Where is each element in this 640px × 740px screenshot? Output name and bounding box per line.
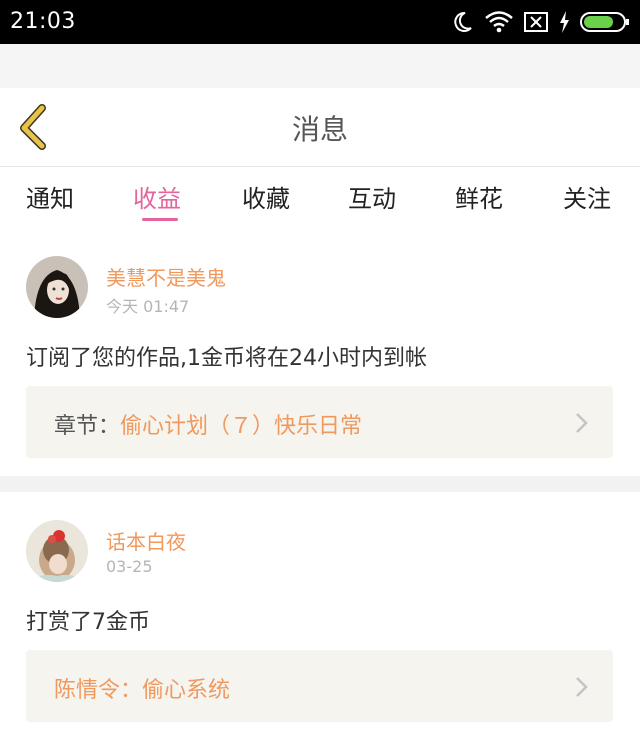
chevron-right-icon <box>576 413 588 433</box>
username[interactable]: 美慧不是美鬼 <box>106 262 226 291</box>
message-text: 打赏了7金币 <box>26 610 150 635</box>
tab-favorites[interactable]: 收藏 <box>242 179 290 214</box>
wifi-icon <box>485 11 513 33</box>
page-title: 消息 <box>291 113 348 146</box>
moon-icon <box>454 11 472 32</box>
work-link-text: 章节：偷心计划（７）快乐日常 <box>54 408 362 440</box>
username[interactable]: 话本白夜 <box>106 526 186 555</box>
tab-notice[interactable]: 通知 <box>26 179 74 214</box>
work-prefix: 章节： <box>54 414 121 439</box>
work-title: 偷心计划（７）快乐日常 <box>120 414 363 439</box>
status-bar: 21:03 <box>0 0 640 44</box>
message-card: 话本白夜 03-25 打赏了7金币 陈情令：偷心系统 <box>0 492 640 740</box>
work-link[interactable]: 陈情令：偷心系统 <box>26 650 613 722</box>
tab-bar: 通知 收益 收藏 互动 鲜花 关注 <box>0 167 640 227</box>
tab-interactions[interactable]: 互动 <box>348 179 396 214</box>
work-link-text: 陈情令：偷心系统 <box>54 672 230 704</box>
page-header: 消息 <box>0 88 640 167</box>
work-title: 陈情令：偷心系统 <box>54 678 231 703</box>
timestamp: 03-25 <box>106 557 153 576</box>
status-icons <box>450 8 630 36</box>
section-divider <box>0 476 640 492</box>
chevron-right-icon <box>576 677 588 697</box>
avatar[interactable] <box>26 256 88 318</box>
avatar[interactable] <box>26 520 88 582</box>
tab-earnings[interactable]: 收益 <box>133 179 181 214</box>
status-time: 21:03 <box>10 9 76 34</box>
top-spacer <box>0 44 640 88</box>
battery-icon <box>580 12 629 32</box>
message-card: 美慧不是美鬼 今天 01:47 订阅了您的作品,1金币将在24小时内到帐 章节：… <box>0 228 640 476</box>
no-sim-icon <box>524 12 548 32</box>
message-text: 订阅了您的作品,1金币将在24小时内到帐 <box>26 346 427 371</box>
work-link[interactable]: 章节：偷心计划（７）快乐日常 <box>26 386 613 458</box>
tab-follow[interactable]: 关注 <box>563 179 611 214</box>
timestamp: 今天 01:47 <box>106 297 190 316</box>
active-tab-indicator <box>142 218 178 221</box>
tab-flowers[interactable]: 鲜花 <box>455 179 503 214</box>
charging-icon <box>560 11 569 33</box>
